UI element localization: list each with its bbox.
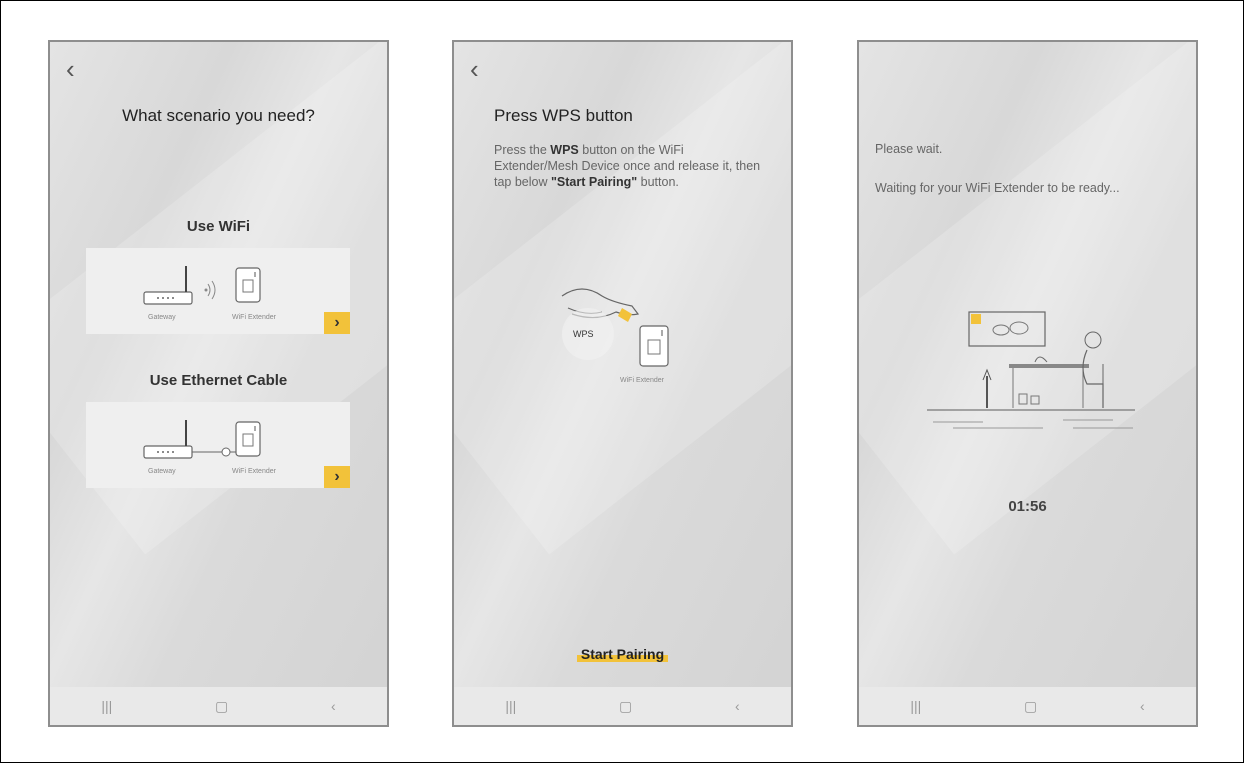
chevron-right-icon[interactable]: › [324,466,350,488]
android-nav-bar: ||| ▢ ‹ [454,687,791,725]
wifi-scenario-illustration-icon [143,266,261,305]
phone-screen-scenario: ‹ What scenario you need? Use WiFi Gatew… [48,40,389,727]
wps-label: WPS [573,329,594,339]
waiting-status-text: Waiting for your WiFi Extender to be rea… [875,181,1120,195]
nav-back-icon[interactable]: ‹ [331,698,336,714]
option-label-ethernet: Use Ethernet Cable [149,372,288,389]
extender-caption: WiFi Extender [620,377,664,384]
android-nav-bar: ||| ▢ ‹ [859,687,1196,725]
nav-back-icon[interactable]: ‹ [1140,698,1145,714]
page-title: What scenario you need? [122,106,315,125]
countdown-timer: 01:56 [1008,498,1047,515]
recent-apps-icon[interactable]: ||| [505,698,516,714]
waiting-room-illustration-icon [927,311,1135,429]
back-chevron-icon[interactable]: ‹ [66,56,75,82]
home-icon[interactable]: ▢ [1024,698,1037,715]
android-nav-bar: ||| ▢ ‹ [50,687,387,725]
phone-screen-wps: ‹ Press WPS button Press the WPS button … [452,40,793,727]
option-card-wifi[interactable]: Gateway WiFi Extender › [86,248,350,334]
extender-caption: WiFi Extender [232,314,276,321]
page-title: Press WPS button [494,106,633,125]
ethernet-scenario-illustration-icon [143,420,261,459]
nav-back-icon[interactable]: ‹ [735,698,740,714]
back-chevron-icon[interactable]: ‹ [470,56,479,82]
home-icon[interactable]: ▢ [215,698,228,715]
instruction-text: Press the WPS button on the WiFi Extende… [494,143,761,189]
home-icon[interactable]: ▢ [619,698,632,715]
start-pairing-button[interactable]: Start Pairing [454,646,791,662]
phone-screen-waiting: Please wait. Waiting for your WiFi Exten… [857,40,1198,727]
recent-apps-icon[interactable]: ||| [910,698,921,714]
gateway-caption: Gateway [148,314,176,321]
gateway-caption: Gateway [148,468,176,475]
chevron-right-icon[interactable]: › [324,312,350,334]
please-wait-text: Please wait. [875,142,943,156]
option-label-wifi: Use WiFi [186,218,251,235]
recent-apps-icon[interactable]: ||| [101,698,112,714]
extender-caption: WiFi Extender [232,468,276,475]
option-card-ethernet[interactable]: Gateway WiFi Extender › [86,402,350,488]
